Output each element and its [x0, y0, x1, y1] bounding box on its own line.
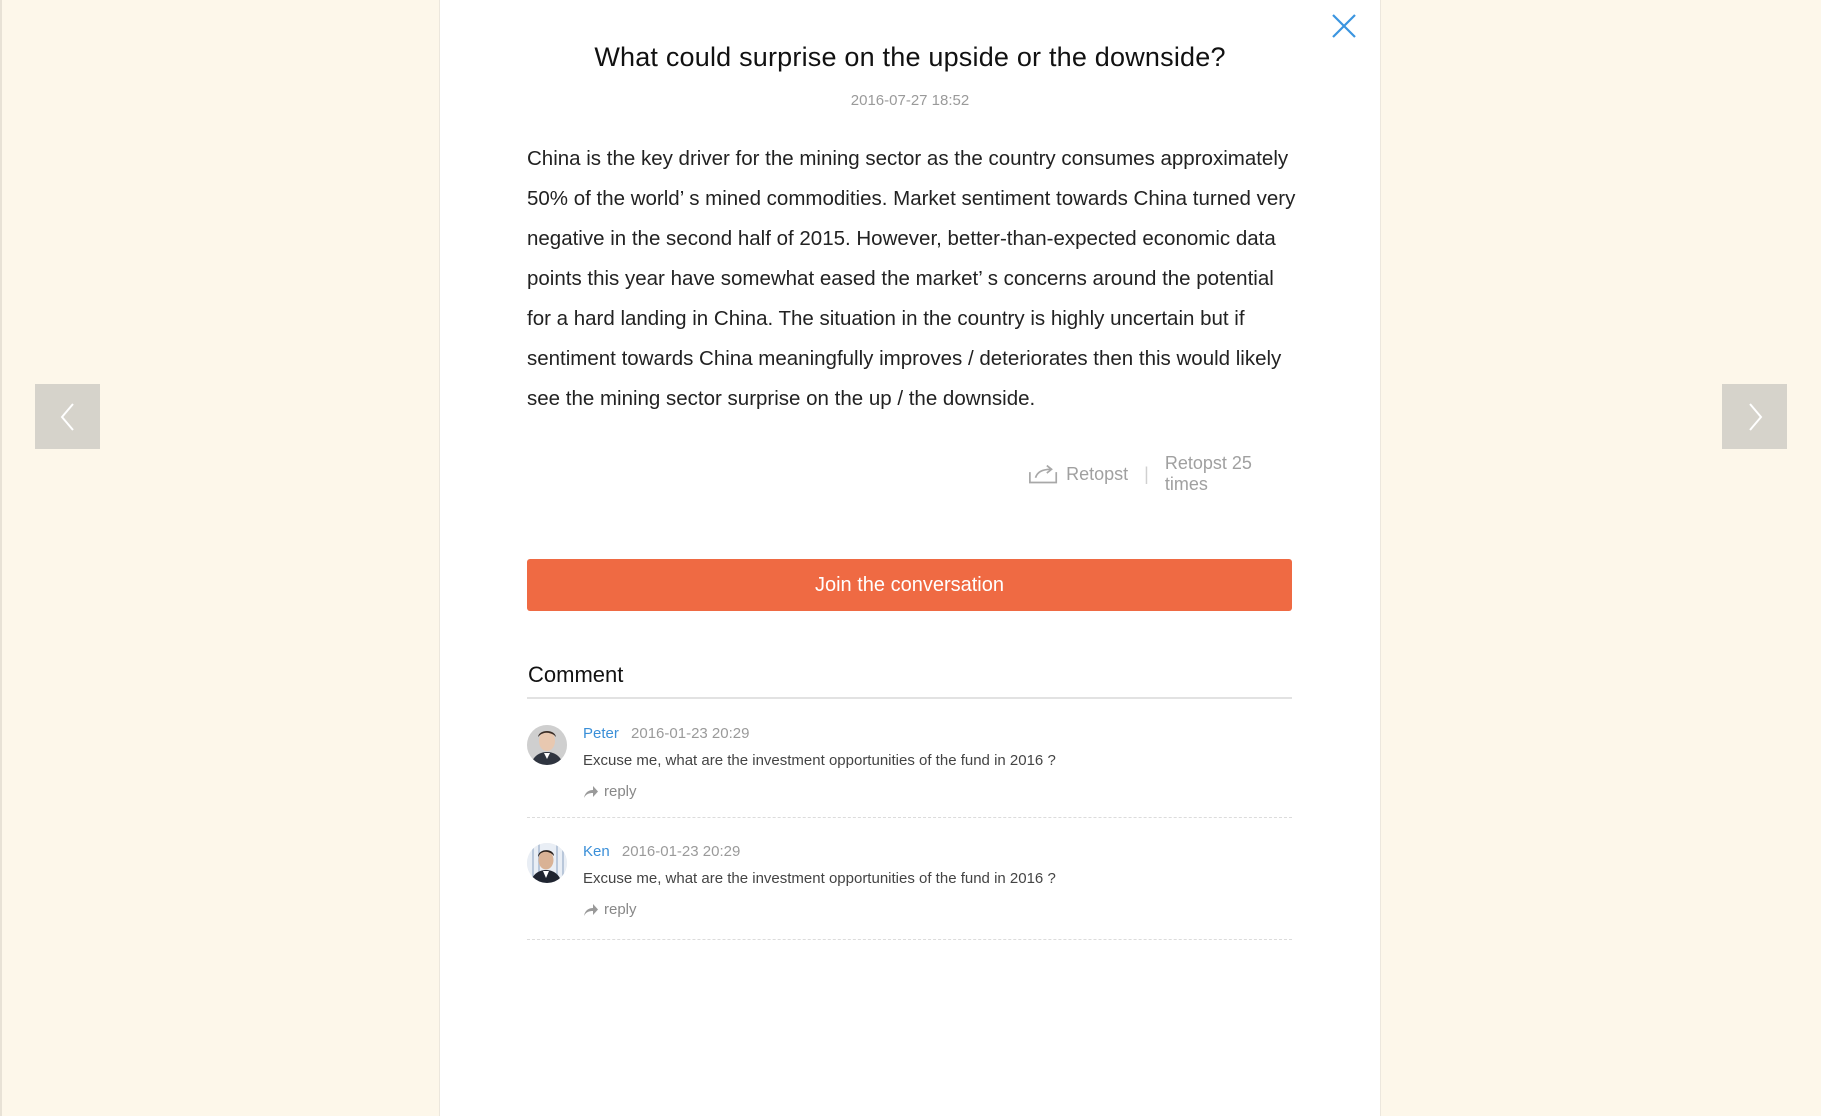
comment-author[interactable]: Ken: [583, 843, 610, 860]
share-row: Retopst | Retopst 25 times: [1028, 453, 1292, 494]
share-separator: |: [1144, 463, 1149, 484]
chevron-left-icon: [60, 402, 74, 431]
reply-label: reply: [604, 901, 637, 918]
article-body: China is the key driver for the mining s…: [527, 147, 1296, 410]
avatar[interactable]: [527, 843, 567, 883]
retopst-button[interactable]: Retopst: [1066, 464, 1128, 485]
comment-author[interactable]: Peter: [583, 725, 619, 742]
join-conversation-button[interactable]: Join the conversation: [527, 559, 1292, 611]
retopst-count: Retopst 25 times: [1164, 453, 1252, 494]
reply-label: reply: [604, 783, 637, 800]
comment-divider: [527, 817, 1292, 818]
next-article-button[interactable]: [1722, 384, 1787, 449]
comment-meta: Peter 2016-01-23 20:29: [583, 725, 749, 742]
reply-button[interactable]: reply: [583, 783, 637, 800]
comment-meta: Ken 2016-01-23 20:29: [583, 843, 740, 860]
comment-heading-divider: [527, 697, 1292, 699]
avatar[interactable]: [527, 725, 567, 765]
chevron-right-icon: [1748, 402, 1762, 431]
comment-divider: [527, 939, 1292, 940]
share-icon[interactable]: [1028, 462, 1058, 486]
previous-article-button[interactable]: [35, 384, 100, 449]
comment-text: Excuse me, what are the investment oppor…: [583, 870, 1056, 887]
reply-arrow-icon: [584, 785, 598, 798]
reply-arrow-icon: [584, 903, 598, 916]
article-title: What could surprise on the upside or the…: [594, 42, 1226, 72]
close-icon: [1332, 14, 1356, 38]
close-button[interactable]: [1330, 12, 1358, 40]
article-date: 2016-07-27 18:52: [850, 92, 970, 109]
comment-time: 2016-01-23 20:29: [631, 725, 750, 742]
comment-text: Excuse me, what are the investment oppor…: [583, 752, 1056, 769]
comment-time: 2016-01-23 20:29: [621, 843, 741, 860]
comment-heading: Comment: [528, 662, 624, 687]
reply-button[interactable]: reply: [583, 901, 637, 918]
page-left-edge: [0, 0, 2, 1116]
avatar-peter-icon: [527, 725, 567, 765]
avatar-ken-icon: [527, 843, 567, 883]
